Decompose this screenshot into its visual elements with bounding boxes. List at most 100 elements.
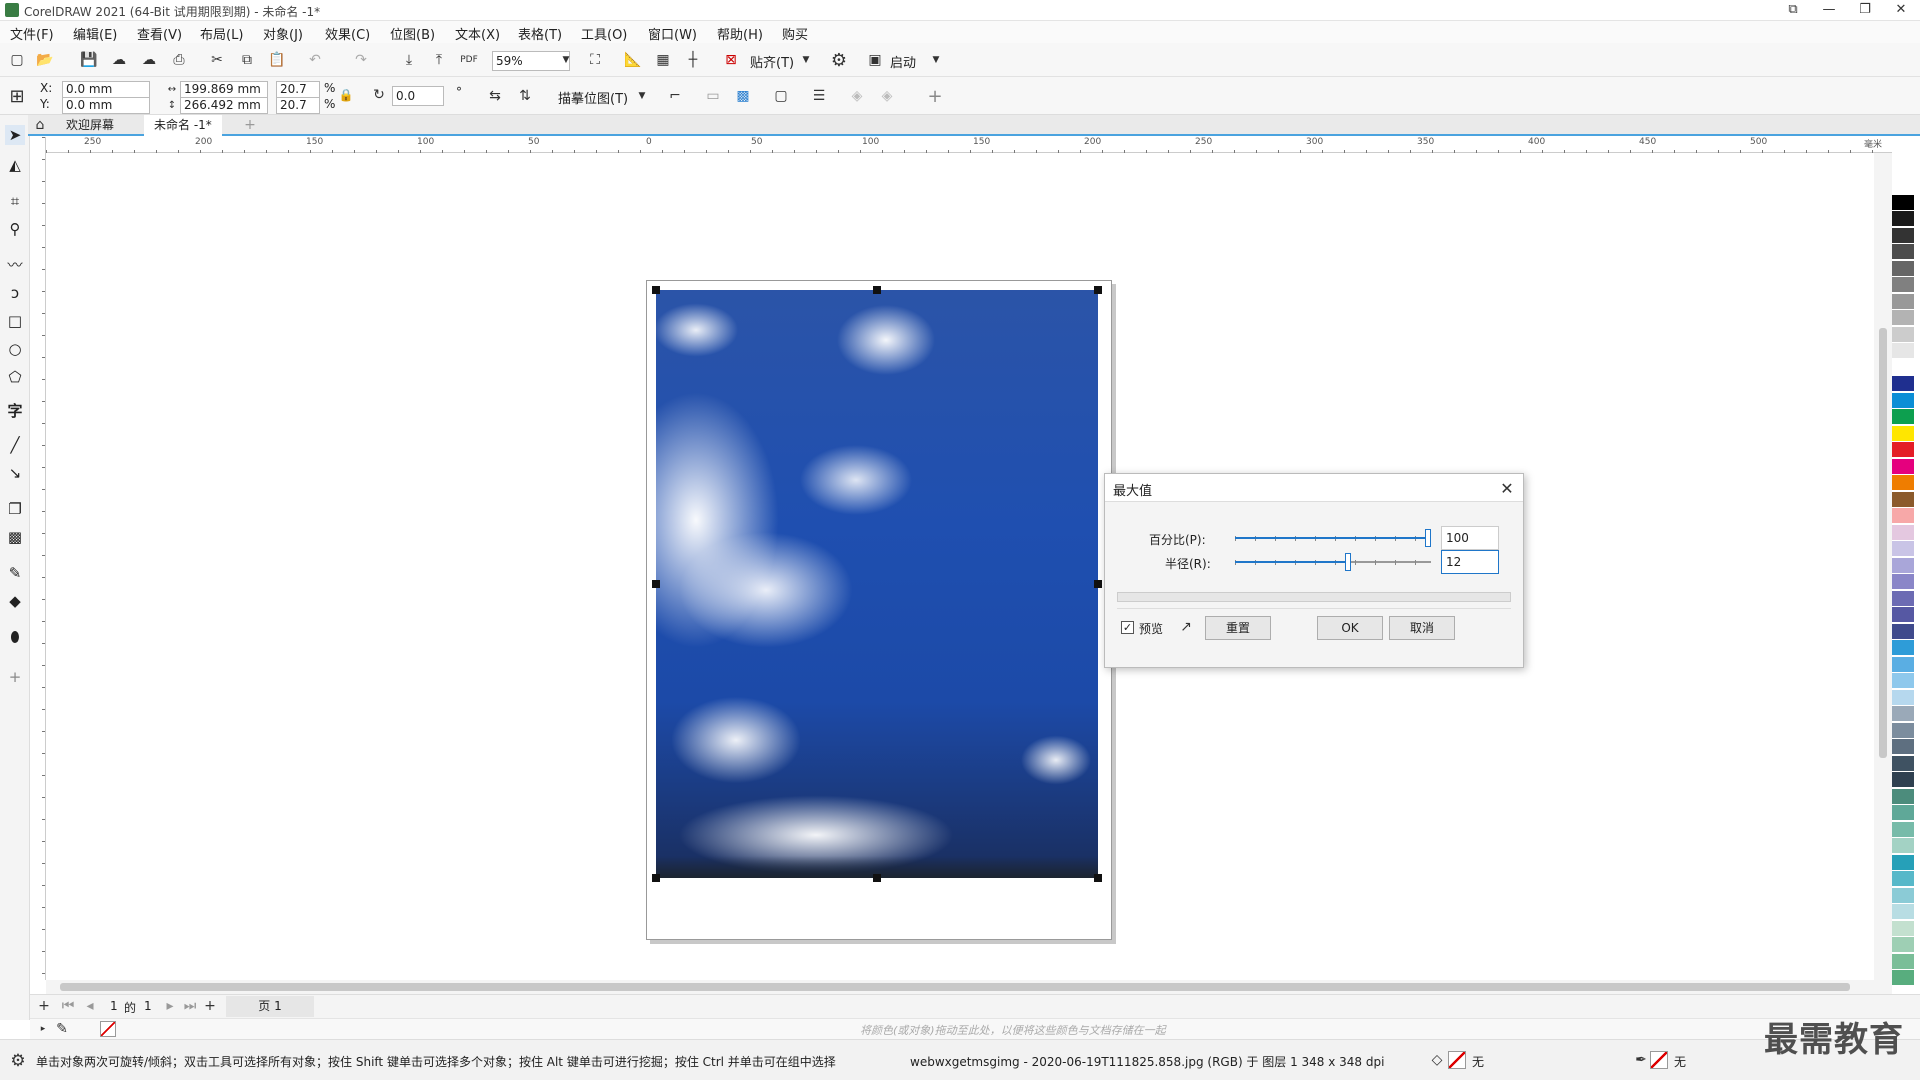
bitmap-mask-icon[interactable]: ▢	[770, 85, 792, 107]
freehand-tool-icon[interactable]: 〰	[5, 255, 25, 275]
pick-tool-icon[interactable]: ➤	[5, 125, 25, 145]
launch-icon[interactable]: ▣	[864, 49, 886, 71]
selection-handle[interactable]	[652, 874, 660, 882]
percent-slider[interactable]	[1235, 528, 1431, 548]
cut-icon[interactable]: ✂	[206, 49, 228, 71]
vertical-scrollbar[interactable]	[1874, 153, 1892, 980]
radius-slider[interactable]	[1235, 552, 1431, 572]
object-origin-icon[interactable]: ⊞	[6, 85, 28, 107]
menu-edit[interactable]: 编辑(E)	[73, 24, 117, 43]
menu-file[interactable]: 文件(F)	[10, 24, 54, 43]
x-position-field[interactable]: 0.0 mm	[62, 81, 150, 98]
transparency-tool-icon[interactable]: ▩	[5, 527, 25, 547]
open-folder-icon[interactable]: 📂	[34, 49, 56, 71]
ok-button[interactable]: OK	[1317, 616, 1383, 640]
menu-window[interactable]: 窗口(W)	[648, 24, 697, 43]
palette-swatch[interactable]	[1892, 293, 1914, 310]
smart-fill-tool-icon[interactable]: ⬮	[5, 627, 25, 647]
reset-button[interactable]: 重置	[1205, 616, 1271, 640]
palette-swatch[interactable]	[1892, 475, 1914, 491]
last-page-icon[interactable]: ⏭	[182, 998, 198, 1014]
selection-handle[interactable]	[873, 286, 881, 294]
palette-swatch[interactable]	[1892, 557, 1914, 574]
snap-off-icon[interactable]: ⊠	[720, 49, 742, 71]
redo-icon[interactable]: ↷	[350, 49, 372, 71]
options-gear-icon[interactable]: ⚙	[828, 49, 850, 71]
cloud-upload-icon[interactable]: ☁	[108, 49, 130, 71]
palette-swatch[interactable]	[1892, 194, 1914, 211]
next-page-icon[interactable]: ▸	[162, 998, 178, 1014]
palette-swatch[interactable]	[1892, 260, 1914, 277]
palette-swatch[interactable]	[1892, 821, 1914, 838]
show-guidelines-icon[interactable]: ┼	[682, 49, 704, 71]
palette-swatch[interactable]	[1892, 755, 1914, 772]
palette-swatch[interactable]	[1892, 970, 1914, 986]
palette-swatch[interactable]	[1892, 244, 1914, 260]
connector-tool-icon[interactable]: ↘	[5, 463, 25, 483]
resample-icon[interactable]: ▭	[702, 85, 724, 107]
palette-swatch[interactable]	[1892, 409, 1914, 425]
wrap-text-icon[interactable]: ☰	[808, 85, 830, 107]
palette-swatch[interactable]	[1892, 640, 1914, 656]
palette-swatch[interactable]	[1892, 458, 1914, 475]
palette-swatch[interactable]	[1892, 871, 1914, 887]
close-button[interactable]: ✕	[1884, 0, 1918, 21]
selection-handle[interactable]	[652, 580, 660, 588]
mirror-horizontal-icon[interactable]: ⇆	[484, 85, 506, 107]
palette-swatch[interactable]	[1892, 277, 1914, 293]
snap-to-label[interactable]: 贴齐(T)	[750, 52, 794, 71]
menu-tools[interactable]: 工具(O)	[581, 24, 627, 43]
palette-swatch[interactable]	[1892, 376, 1914, 392]
page-tab[interactable]: 页 1	[226, 996, 314, 1017]
preview-checkbox[interactable]: ✓	[1121, 621, 1134, 634]
restore-layout-icon[interactable]: ⧉	[1776, 0, 1810, 21]
add-property-icon[interactable]: +	[924, 85, 946, 107]
polygon-tool-icon[interactable]: ⬠	[5, 367, 25, 387]
zoom-tool-icon[interactable]: ⚲	[5, 219, 25, 239]
tab-untitled-document[interactable]: 未命名 -1*	[144, 115, 222, 136]
show-rulers-icon[interactable]: 📐	[622, 49, 644, 71]
radius-input[interactable]: 12	[1441, 550, 1499, 574]
text-tool-icon[interactable]: 字	[5, 401, 25, 421]
full-screen-preview-icon[interactable]: ⛶	[584, 49, 606, 71]
status-gear-icon[interactable]: ⚙	[8, 1051, 28, 1071]
export-icon[interactable]: ⤒	[428, 49, 450, 71]
palette-swatch[interactable]	[1892, 623, 1914, 640]
palette-swatch[interactable]	[1892, 310, 1914, 326]
new-tab-plus-icon[interactable]: +	[242, 117, 258, 133]
selection-handle[interactable]	[1094, 580, 1102, 588]
trace-bitmap-menu[interactable]: 描摹位图(T)	[558, 88, 628, 107]
crop-bitmap-icon[interactable]: ⌐	[664, 85, 686, 107]
home-icon[interactable]: ⌂	[32, 117, 48, 133]
launch-dropdown-chevron-icon[interactable]: ▼	[930, 52, 942, 68]
no-color-swatch[interactable]	[100, 1021, 116, 1037]
palette-swatch[interactable]	[1892, 805, 1914, 821]
palette-swatch[interactable]	[1892, 887, 1914, 904]
palette-expand-icon[interactable]: ▸	[36, 1021, 50, 1037]
selection-handle[interactable]	[873, 874, 881, 882]
zoom-dropdown-chevron-icon[interactable]: ▼	[560, 52, 572, 68]
scale-y-field[interactable]: 20.7	[276, 97, 320, 114]
palette-swatch[interactable]	[1892, 392, 1914, 409]
menu-buy[interactable]: 购买	[782, 24, 808, 43]
palette-eyedropper-icon[interactable]: ✎	[54, 1021, 70, 1037]
palette-swatch[interactable]	[1892, 574, 1914, 590]
cloud-download-icon[interactable]: ☁	[138, 49, 160, 71]
save-icon[interactable]: 💾	[78, 49, 100, 71]
palette-swatch[interactable]	[1892, 425, 1914, 442]
print-icon[interactable]: ⎙	[168, 49, 190, 71]
palette-swatch[interactable]	[1892, 541, 1914, 557]
menu-bitmaps[interactable]: 位图(B)	[390, 24, 435, 43]
edit-bitmap-icon[interactable]: ▩	[732, 85, 754, 107]
customize-toolbox-icon[interactable]: +	[5, 667, 25, 687]
y-position-field[interactable]: 0.0 mm	[62, 97, 150, 114]
selection-handle[interactable]	[652, 286, 660, 294]
popout-icon[interactable]: ↗	[1177, 618, 1195, 636]
palette-swatch[interactable]	[1892, 689, 1914, 706]
palette-swatch[interactable]	[1892, 739, 1914, 755]
menu-object[interactable]: 对象(J)	[263, 24, 303, 43]
palette-swatch[interactable]	[1892, 920, 1914, 937]
palette-swatch[interactable]	[1892, 904, 1914, 920]
minimize-button[interactable]: —	[1812, 0, 1846, 21]
vertical-scroll-thumb[interactable]	[1879, 328, 1887, 758]
